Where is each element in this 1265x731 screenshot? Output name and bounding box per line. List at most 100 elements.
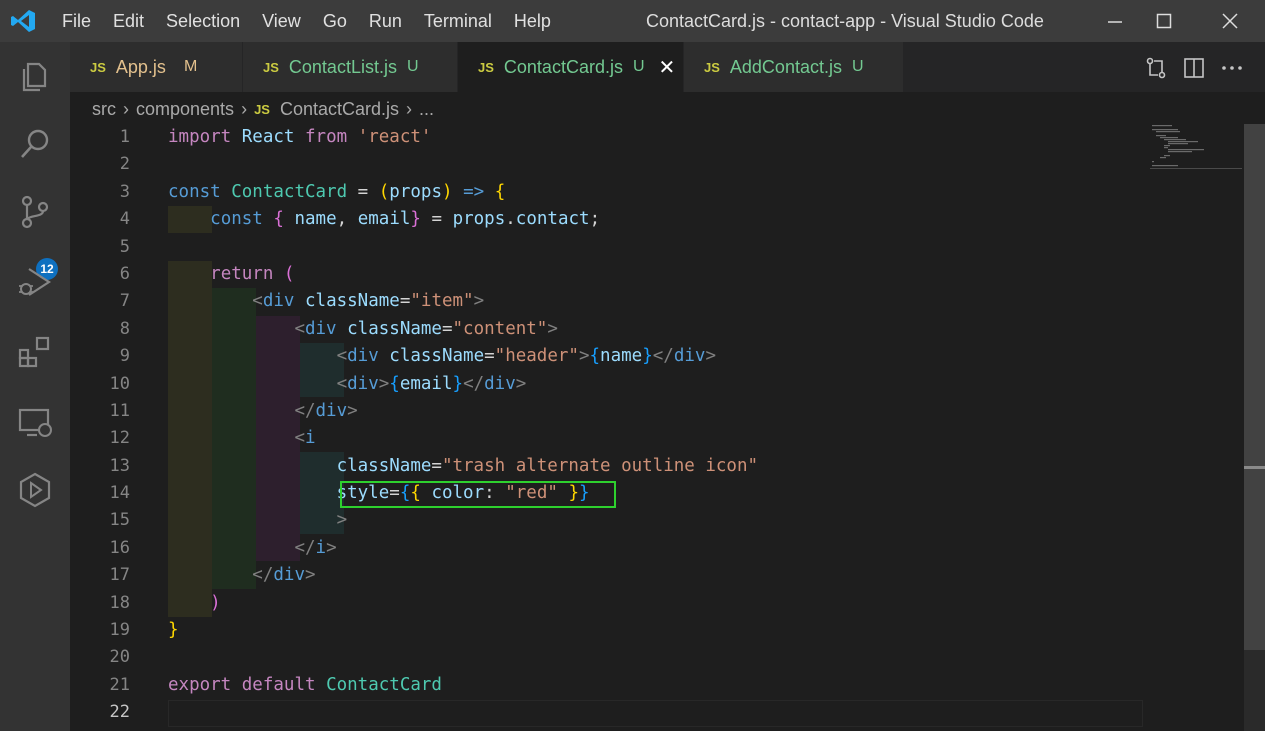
code-token: } xyxy=(410,209,421,230)
code-token: className xyxy=(389,346,485,367)
code-line[interactable] xyxy=(168,699,758,726)
code-token: ContactCard xyxy=(231,181,348,202)
menu-terminal[interactable]: Terminal xyxy=(424,11,492,32)
close-icon xyxy=(1222,13,1238,29)
code-line[interactable]: const ContactCard = (props) => { xyxy=(168,179,758,206)
code-token: i xyxy=(315,537,327,558)
code-line[interactable]: <div className="header">{name}</div> xyxy=(168,343,758,370)
code-line[interactable]: import React from 'react' xyxy=(168,124,758,151)
code-token: < xyxy=(294,428,305,449)
code-line[interactable]: > xyxy=(168,507,758,534)
tab-bar: JS App.js M JS ContactList.js U JS Conta… xyxy=(70,42,1265,92)
code-line[interactable]: <div className="content"> xyxy=(168,316,758,343)
code-token: email xyxy=(357,209,411,230)
menu-run[interactable]: Run xyxy=(369,11,402,32)
breadcrumb-src[interactable]: src xyxy=(92,99,116,120)
code-token: => xyxy=(463,181,485,202)
code-line[interactable]: const { name, email} = props.contact; xyxy=(168,206,758,233)
code-token: div xyxy=(262,291,295,312)
remote-explorer-icon[interactable] xyxy=(15,402,55,442)
tab-app-js[interactable]: JS App.js M xyxy=(70,42,243,92)
menu-go[interactable]: Go xyxy=(323,11,347,32)
code-token: </ xyxy=(294,537,316,558)
code-line[interactable] xyxy=(168,644,758,671)
code-token: default xyxy=(241,674,316,695)
run-debug-icon[interactable] xyxy=(15,262,55,302)
tab-label: ContactList.js xyxy=(288,56,397,77)
line-number: 20 xyxy=(109,647,130,668)
source-control-icon[interactable] xyxy=(15,192,55,232)
code-line[interactable]: export default ContactCard xyxy=(168,672,758,699)
tab-contactlist-js[interactable]: JS ContactList.js U xyxy=(243,42,458,92)
menu-selection[interactable]: Selection xyxy=(166,11,240,32)
code-line[interactable]: </div> xyxy=(168,562,758,589)
code-line[interactable]: </i> xyxy=(168,535,758,562)
code-token: </ xyxy=(463,373,485,394)
minimap[interactable] xyxy=(1150,124,1242,174)
code-line[interactable]: <div>{email}</div> xyxy=(168,371,758,398)
highlight-box xyxy=(340,481,616,508)
code-token: </ xyxy=(652,346,674,367)
line-number: 18 xyxy=(109,592,130,613)
code-line[interactable]: className="trash alternate outline icon" xyxy=(168,453,758,480)
close-window-button[interactable] xyxy=(1200,0,1260,42)
title-bar: File Edit Selection View Go Run Terminal… xyxy=(0,0,1265,42)
line-number: 19 xyxy=(109,620,130,641)
code-token: const xyxy=(210,209,263,230)
menu-edit[interactable]: Edit xyxy=(113,11,144,32)
breadcrumb-components[interactable]: components xyxy=(136,99,234,120)
code-line[interactable]: } xyxy=(168,617,758,644)
code-token: </ xyxy=(252,565,274,586)
code-line[interactable]: return ( xyxy=(168,261,758,288)
line-number: 14 xyxy=(109,483,130,504)
code-line[interactable]: ) xyxy=(168,590,758,617)
deploy-icon[interactable] xyxy=(15,470,55,510)
code-token: return xyxy=(210,263,274,284)
tab-close-icon[interactable]: ✕ xyxy=(659,55,676,80)
code-token: , xyxy=(336,209,358,230)
maximize-button[interactable] xyxy=(1134,0,1194,42)
code-token: ( xyxy=(283,263,295,284)
menu-help[interactable]: Help xyxy=(514,11,551,32)
code-line[interactable] xyxy=(168,234,758,261)
more-actions-icon[interactable] xyxy=(1220,56,1244,80)
code-line[interactable]: <i xyxy=(168,425,758,452)
tab-addcontact-js[interactable]: JS AddContact.js U xyxy=(684,42,904,92)
code-token: = xyxy=(484,346,495,367)
explorer-icon[interactable] xyxy=(15,56,55,96)
code-token: . xyxy=(505,209,516,230)
code-line[interactable]: <div className="item"> xyxy=(168,288,758,315)
code-token: ( xyxy=(378,181,390,202)
scrollbar-thumb[interactable] xyxy=(1244,124,1265,650)
code-editor[interactable]: import React from 'react' const ContactC… xyxy=(168,124,758,727)
code-token: className xyxy=(347,318,442,339)
code-token: } xyxy=(168,620,179,641)
extensions-icon[interactable] xyxy=(15,332,55,372)
breadcrumb-file[interactable]: ContactCard.js xyxy=(280,99,399,120)
code-line[interactable]: </div> xyxy=(168,398,758,425)
code-token: div xyxy=(347,373,379,394)
menu-view[interactable]: View xyxy=(262,11,301,32)
split-editor-icon[interactable] xyxy=(1182,56,1206,80)
search-icon[interactable] xyxy=(15,124,55,164)
tab-contactcard-js[interactable]: JS ContactCard.js U ✕ xyxy=(458,42,684,92)
code-token: props xyxy=(452,209,506,230)
code-token: > xyxy=(578,346,590,367)
code-line[interactable] xyxy=(168,151,758,178)
code-token: < xyxy=(336,373,348,394)
breadcrumb-symbol[interactable]: ... xyxy=(419,99,434,120)
line-number: 5 xyxy=(119,236,130,257)
line-number: 6 xyxy=(119,263,130,284)
menu-file[interactable]: File xyxy=(62,11,91,32)
open-changes-icon[interactable] xyxy=(1144,56,1168,80)
